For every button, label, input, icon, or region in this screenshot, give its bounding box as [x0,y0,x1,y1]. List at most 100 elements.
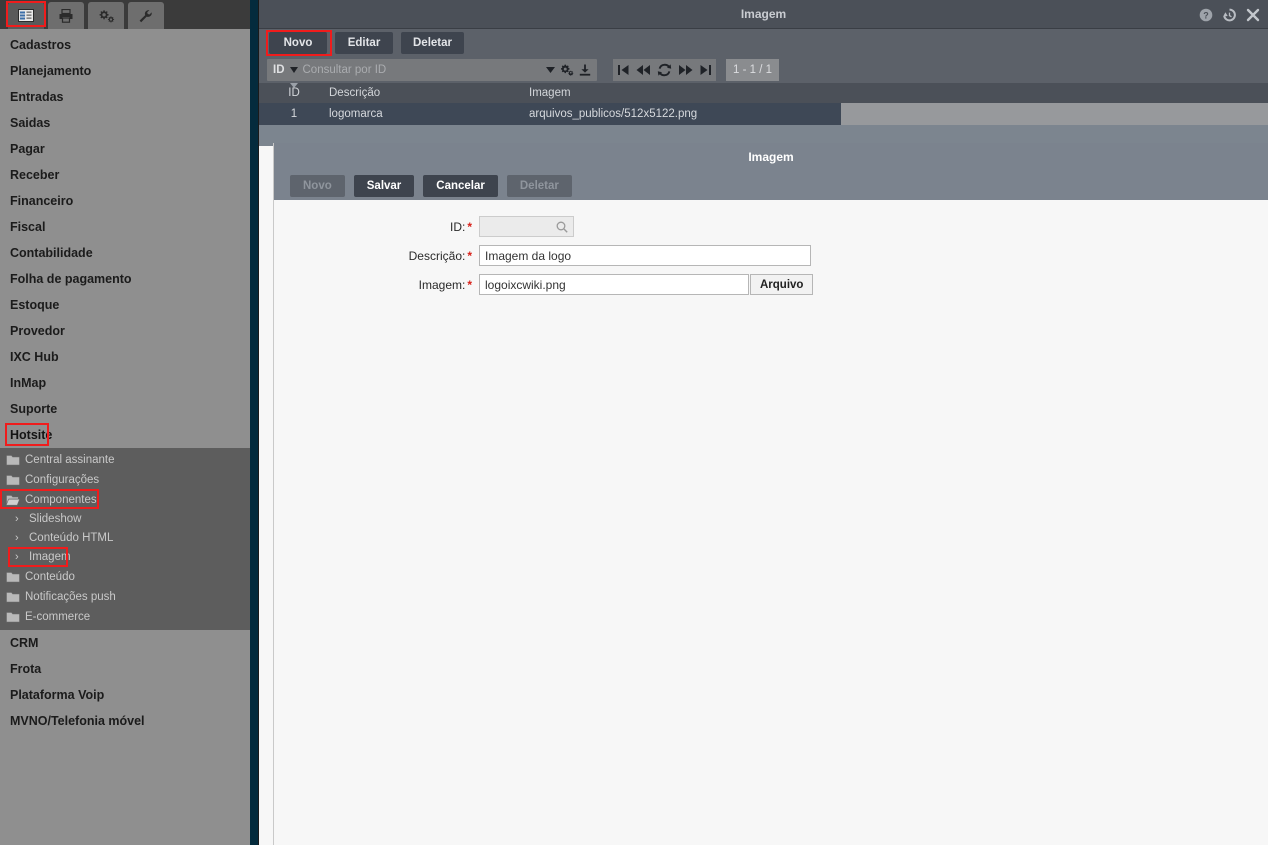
grid-column-label: ID [288,87,300,99]
grid-column-id[interactable]: ID [259,83,329,99]
window-title: Imagem [740,7,787,21]
deletar-button[interactable]: Deletar [401,32,464,54]
tab-print[interactable] [48,2,84,29]
grid-toolbar: Novo Editar Deletar [259,29,1268,57]
search-icon[interactable] [556,221,568,233]
sidebar-item-label: Receber [10,168,60,182]
sidebar-item-label: IXC Hub [10,350,59,364]
last-page-icon[interactable] [699,64,712,76]
sidebar-item-hotsite[interactable]: Hotsite [0,422,250,448]
submenu-item-conteudo-html[interactable]: › Conteúdo HTML [0,529,250,548]
submenu-item-conteudo[interactable]: Conteúdo [0,567,250,587]
sidebar-item-fiscal[interactable]: Fiscal [0,214,250,240]
sidebar-item-saidas[interactable]: Saidas [0,110,250,136]
sort-caret-icon [290,83,298,88]
prev-page-icon[interactable] [636,64,651,76]
submenu-item-e-commerce[interactable]: E-commerce [0,607,250,627]
grid-column-descricao[interactable]: Descrição [329,87,529,99]
sidebar-item-label: Saidas [10,116,51,130]
sidebar-item-inmap[interactable]: InMap [0,370,250,396]
window-controls: ? [1199,0,1260,29]
sidebar-item-label: Estoque [10,298,60,312]
sidebar-item-financeiro[interactable]: Financeiro [0,188,250,214]
sidebar-item-label: Provedor [10,324,65,338]
submenu-item-imagem[interactable]: › Imagem [0,547,250,567]
printer-icon [59,8,73,23]
tab-settings[interactable] [88,2,124,29]
form-salvar-button[interactable]: Salvar [353,174,415,197]
sidebar-item-planejamento[interactable]: Planejamento [0,58,250,84]
sidebar-item-provedor[interactable]: Provedor [0,318,250,344]
form-cancelar-button[interactable]: Cancelar [423,174,498,197]
required-marker: * [467,277,472,292]
cell-imagem: arquivos_publicos/512x5122.png [529,108,698,120]
folder-closed-icon [6,612,20,623]
sidebar-menu: Cadastros Planejamento Entradas Saidas P… [0,29,250,845]
cell-id: 1 [290,108,298,120]
novo-button[interactable]: Novo [269,32,327,54]
first-page-icon[interactable] [617,64,630,76]
tab-menu[interactable] [8,2,44,29]
form-panel: Imagem Novo Salvar Cancelar Deletar ID: * [273,143,1268,845]
folder-closed-icon [6,592,20,603]
id-field[interactable] [479,216,574,237]
sidebar-item-folha-de-pagamento[interactable]: Folha de pagamento [0,266,250,292]
submenu-item-configuracoes[interactable]: Configurações [0,470,250,490]
submenu-item-label: Imagem [29,551,71,563]
next-page-icon[interactable] [678,64,693,76]
editar-button[interactable]: Editar [335,32,393,54]
descricao-label-text: Descrição: [408,248,466,263]
search-box[interactable]: ID Consultar por ID [267,59,597,81]
submenu-item-notificacoes-push[interactable]: Notificações push [0,587,250,607]
submenu-item-label: Configurações [25,474,100,486]
svg-text:?: ? [1203,10,1209,20]
sidebar-item-contabilidade[interactable]: Contabilidade [0,240,250,266]
download-icon[interactable] [579,64,591,76]
sidebar-item-plataforma-voip[interactable]: Plataforma Voip [0,682,250,708]
sidebar-item-label: MVNO/Telefonia móvel [10,714,145,728]
sidebar-item-frota[interactable]: Frota [0,656,250,682]
history-icon[interactable] [1222,8,1237,22]
sidebar-item-label: Fiscal [10,220,46,234]
form-toolbar: Novo Salvar Cancelar Deletar [274,171,1268,200]
sidebar-item-suporte[interactable]: Suporte [0,396,250,422]
required-marker: * [467,219,472,234]
form-title: Imagem [748,150,794,164]
caret-down-icon[interactable] [289,67,298,73]
table-row[interactable]: 1 logomarca arquivos_publicos/512x5122.p… [259,103,841,125]
imagem-label-text: Imagem: [418,277,466,292]
sidebar-item-ixc-hub[interactable]: IXC Hub [0,344,250,370]
gears-icon[interactable] [560,64,574,76]
form-row-descricao: Descrição: * Imagem da logo [274,245,1268,266]
sidebar-item-pagar[interactable]: Pagar [0,136,250,162]
sidebar-item-mvno-telefonia-movel[interactable]: MVNO/Telefonia móvel [0,708,250,734]
sidebar-item-cadastros[interactable]: Cadastros [0,32,250,58]
id-label: ID: * [274,220,479,234]
help-icon[interactable]: ? [1199,8,1213,22]
refresh-icon[interactable] [657,63,672,77]
page-count-label: 1 - 1 / 1 [726,59,779,81]
sidebar-item-label: Hotsite [10,428,53,442]
sidebar-item-entradas[interactable]: Entradas [0,84,250,110]
sidebar-item-estoque[interactable]: Estoque [0,292,250,318]
caret-down-icon[interactable] [546,67,555,73]
imagem-field[interactable]: logoixcwiki.png [479,274,749,295]
sidebar-item-label: CRM [10,636,39,650]
sidebar-item-receber[interactable]: Receber [0,162,250,188]
descricao-field[interactable]: Imagem da logo [479,245,811,266]
chevron-right-icon: › [15,532,19,544]
submenu-item-central-assinante[interactable]: Central assinante [0,450,250,470]
grid-column-imagem[interactable]: Imagem [529,87,1268,99]
sidebar-item-crm[interactable]: CRM [0,630,250,656]
window-header: Imagem ? [259,0,1268,29]
arquivo-button[interactable]: Arquivo [750,274,814,295]
gears-icon [99,9,115,23]
search-field-label[interactable]: ID [273,64,285,76]
submenu-item-slideshow[interactable]: › Slideshow [0,510,250,529]
submenu-item-label: Componentes [25,494,97,506]
submenu-item-componentes[interactable]: Componentes [0,489,250,510]
tab-tools[interactable] [128,2,164,29]
search-input[interactable]: Consultar por ID [303,64,542,76]
close-icon[interactable] [1246,8,1260,22]
id-label-text: ID: [449,219,466,234]
